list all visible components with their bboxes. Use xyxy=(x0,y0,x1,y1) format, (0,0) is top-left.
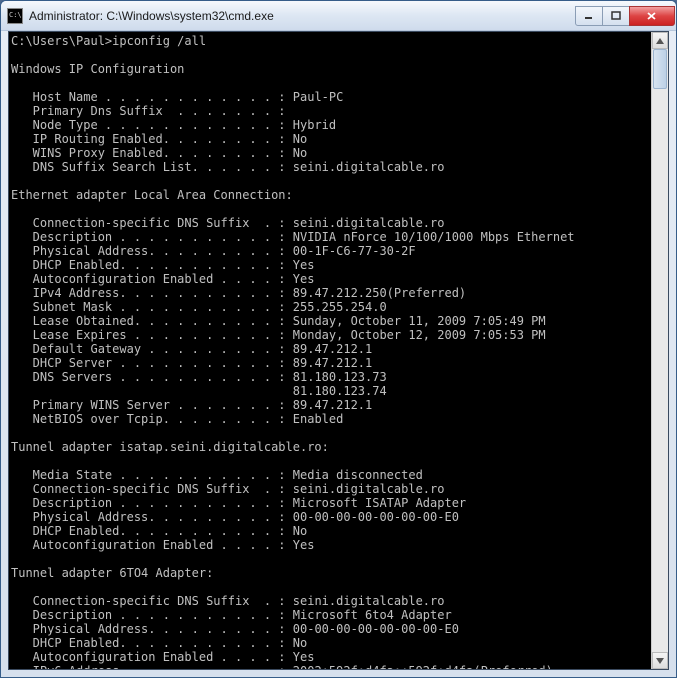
close-button[interactable] xyxy=(629,6,675,26)
minimize-icon xyxy=(584,11,594,21)
maximize-button[interactable] xyxy=(602,6,630,26)
eth-dns2: 81.180.123.74 xyxy=(293,384,387,398)
wins-proxy: No xyxy=(293,146,307,160)
eth-gateway: 89.47.212.1 xyxy=(293,342,372,356)
node-type: Hybrid xyxy=(293,118,336,132)
minimize-button[interactable] xyxy=(575,6,603,26)
eth-dhcp-server: 89.47.212.1 xyxy=(293,356,372,370)
isatap-dhcp: No xyxy=(293,524,307,538)
isatap-mac: 00-00-00-00-00-00-00-E0 xyxy=(293,510,459,524)
isatap-desc: Microsoft ISATAP Adapter xyxy=(293,496,466,510)
eth-lease-exp: Monday, October 12, 2009 7:05:53 PM xyxy=(293,328,546,342)
isatap-autoconf: Yes xyxy=(293,538,315,552)
window-title: Administrator: C:\Windows\system32\cmd.e… xyxy=(29,9,576,23)
terminal-output[interactable]: C:\Users\Paul>ipconfig /all Windows IP C… xyxy=(9,32,668,670)
host-name: Paul-PC xyxy=(293,90,344,104)
eth-wins: 89.47.212.1 xyxy=(293,398,372,412)
vertical-scrollbar[interactable] xyxy=(651,32,668,669)
6to4-autoconf: Yes xyxy=(293,650,315,664)
scroll-up-button[interactable] xyxy=(652,32,668,49)
eth-mac: 00-1F-C6-77-30-2F xyxy=(293,244,416,258)
section-header: Windows IP Configuration xyxy=(11,62,184,76)
eth-description: NVIDIA nForce 10/100/1000 Mbps Ethernet xyxy=(293,230,575,244)
adapter-title: Ethernet adapter Local Area Connection: xyxy=(11,188,293,202)
isatap-media: Media disconnected xyxy=(293,468,423,482)
dns-suffix-list: seini.digitalcable.ro xyxy=(293,160,445,174)
isatap-dns-suffix: seini.digitalcable.ro xyxy=(293,482,445,496)
adapter-title: Tunnel adapter isatap.seini.digitalcable… xyxy=(11,440,329,454)
6to4-ipv6: 2002:592f:d4fa::592f:d4fa(Preferred) xyxy=(293,664,553,670)
eth-dhcp: Yes xyxy=(293,258,315,272)
chevron-down-icon xyxy=(656,658,664,664)
6to4-desc: Microsoft 6to4 Adapter xyxy=(293,608,452,622)
window-controls xyxy=(576,6,675,26)
chevron-up-icon xyxy=(656,38,664,44)
eth-netbios: Enabled xyxy=(293,412,344,426)
scroll-thumb[interactable] xyxy=(653,49,667,89)
6to4-dns-suffix: seini.digitalcable.ro xyxy=(293,594,445,608)
titlebar[interactable]: Administrator: C:\Windows\system32\cmd.e… xyxy=(1,1,676,31)
6to4-dhcp: No xyxy=(293,636,307,650)
ip-routing: No xyxy=(293,132,307,146)
eth-dns1: 81.180.123.73 xyxy=(293,370,387,384)
maximize-icon xyxy=(611,11,621,21)
scroll-down-button[interactable] xyxy=(652,652,668,669)
close-icon xyxy=(646,11,658,21)
prompt-line: C:\Users\Paul>ipconfig /all xyxy=(11,34,206,48)
eth-subnet: 255.255.254.0 xyxy=(293,300,387,314)
terminal-client: C:\Users\Paul>ipconfig /all Windows IP C… xyxy=(8,31,669,670)
eth-ipv4: 89.47.212.250(Preferred) xyxy=(293,286,466,300)
adapter-title: Tunnel adapter 6TO4 Adapter: xyxy=(11,566,213,580)
eth-lease-obt: Sunday, October 11, 2009 7:05:49 PM xyxy=(293,314,546,328)
scroll-track[interactable] xyxy=(652,49,668,652)
cmd-icon xyxy=(7,8,23,24)
eth-dns-suffix: seini.digitalcable.ro xyxy=(293,216,445,230)
6to4-mac: 00-00-00-00-00-00-00-E0 xyxy=(293,622,459,636)
eth-autoconf: Yes xyxy=(293,272,315,286)
cmd-window: Administrator: C:\Windows\system32\cmd.e… xyxy=(0,0,677,678)
